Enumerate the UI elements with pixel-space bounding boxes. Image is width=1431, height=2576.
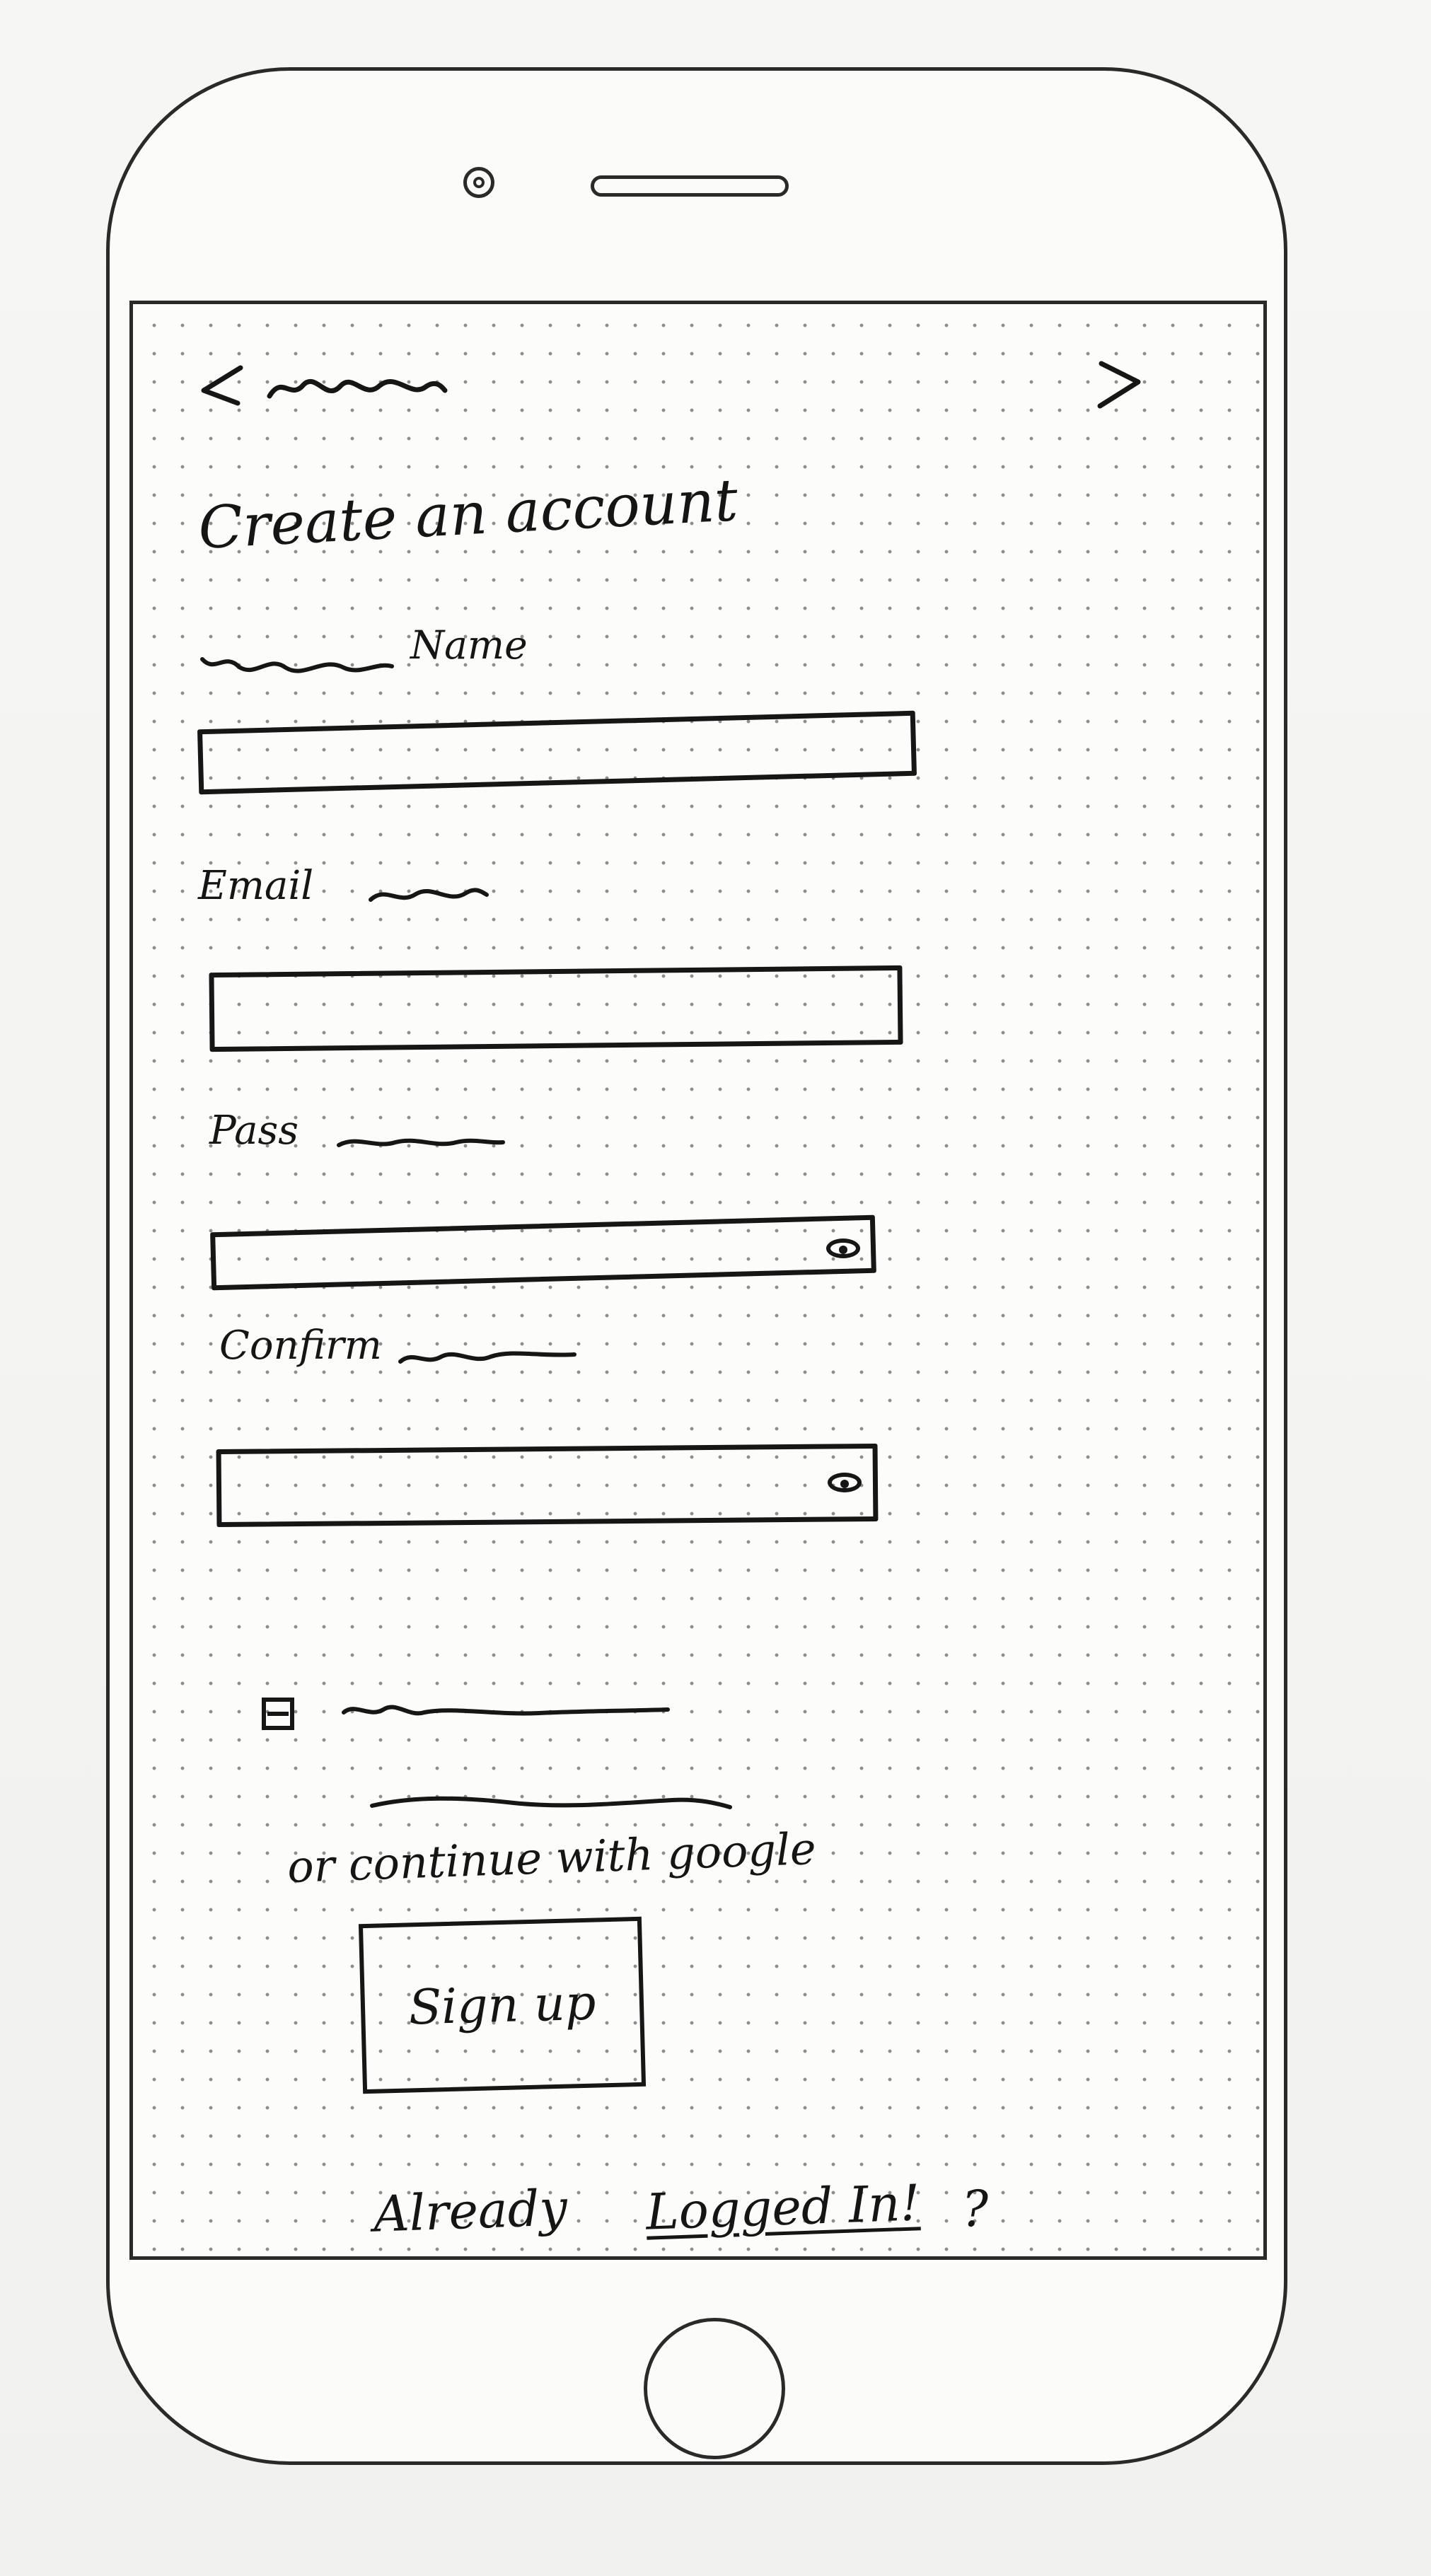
terms-text-scribble xyxy=(342,1705,670,1716)
google-continue-link[interactable]: or continue with google xyxy=(286,1823,817,1893)
phone-frame: Create an account Name Email Pass Confir… xyxy=(106,67,1287,2465)
back-chevron-icon[interactable] xyxy=(197,359,246,416)
email-label-scribble xyxy=(369,888,489,902)
login-question-mark: ? xyxy=(961,2179,990,2239)
name-label: Name xyxy=(410,622,528,668)
password-label-scribble xyxy=(337,1138,505,1147)
header-title-scribble xyxy=(267,378,448,399)
signup-label: Sign up xyxy=(407,1975,597,2036)
phone-screen: Create an account Name Email Pass Confir… xyxy=(129,301,1267,2260)
password-input[interactable] xyxy=(210,1214,876,1291)
login-link[interactable]: Logged In! xyxy=(645,2174,921,2241)
confirm-label: Confirm xyxy=(219,1323,382,1369)
speaker-slot xyxy=(591,175,789,197)
email-label: Email xyxy=(198,863,314,909)
already-text: Already xyxy=(372,2178,569,2244)
terms-checkbox[interactable] xyxy=(262,1698,294,1730)
signup-button[interactable]: Sign up xyxy=(358,1916,647,2094)
confirm-label-scribble xyxy=(398,1351,577,1364)
email-input[interactable] xyxy=(209,965,903,1052)
camera-icon xyxy=(463,167,494,198)
password-label: Pass xyxy=(209,1108,299,1154)
forward-chevron-icon[interactable] xyxy=(1091,352,1148,414)
name-input[interactable] xyxy=(197,710,917,795)
google-text-scribble xyxy=(370,1796,732,1809)
confirm-input[interactable] xyxy=(216,1443,879,1528)
confirm-visibility-icon[interactable] xyxy=(828,1473,862,1492)
password-visibility-icon[interactable] xyxy=(826,1238,860,1258)
page-title: Create an account xyxy=(197,467,740,562)
home-button[interactable] xyxy=(644,2318,785,2459)
name-label-scribble xyxy=(200,657,394,673)
